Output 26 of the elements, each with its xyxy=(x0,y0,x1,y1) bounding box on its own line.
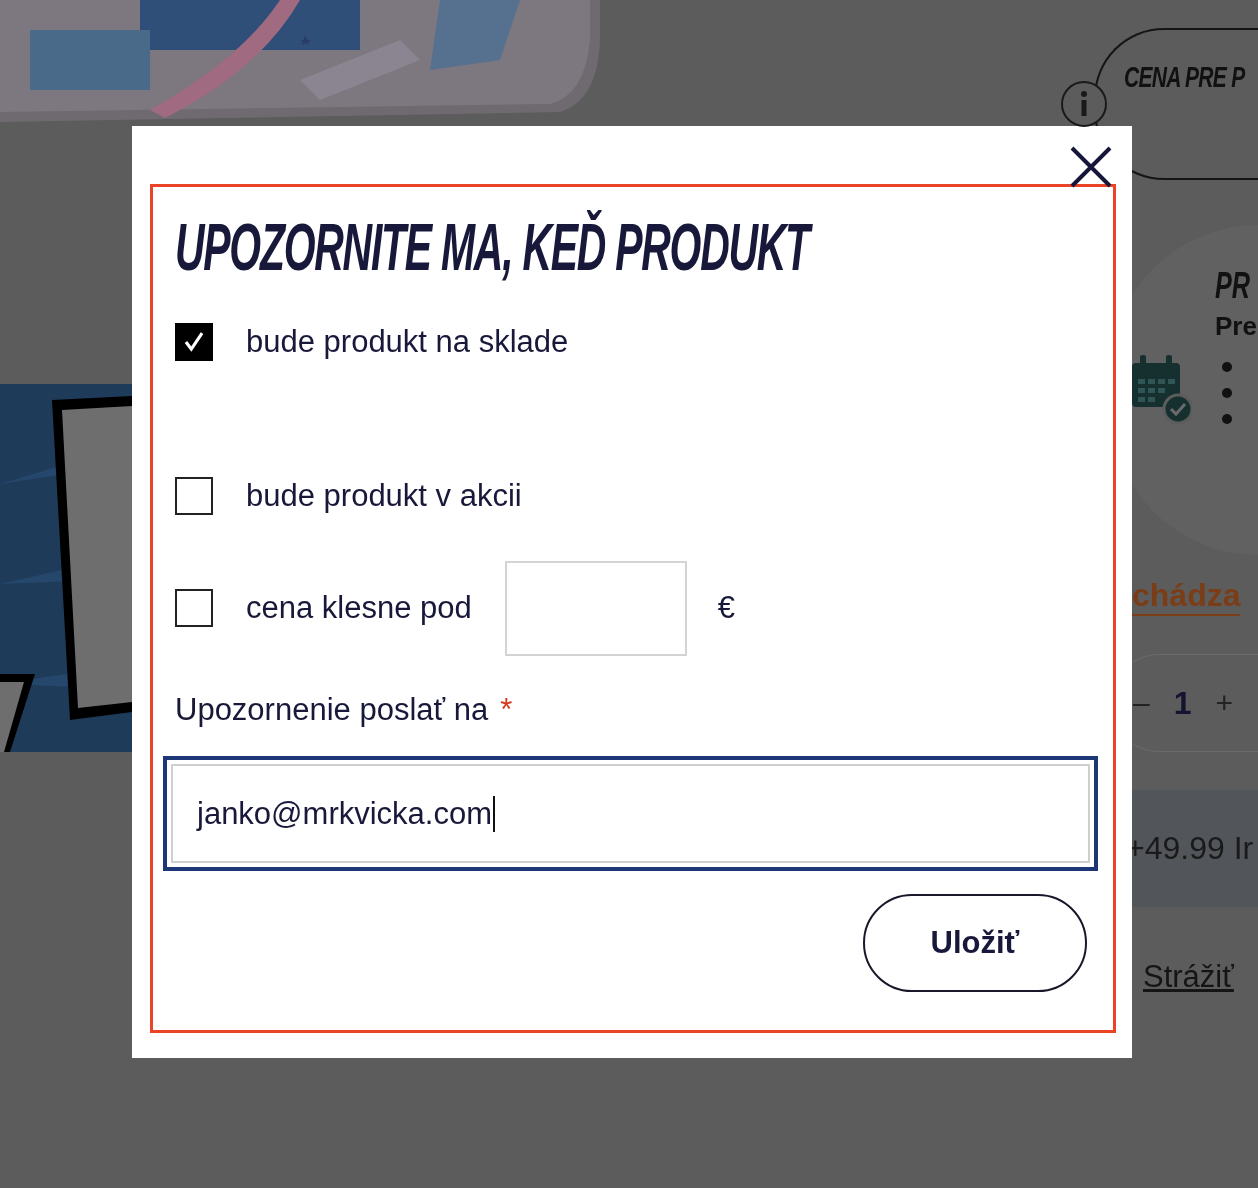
bullet-icon xyxy=(1222,388,1232,398)
option-label: bude produkt v akcii xyxy=(246,478,522,515)
calendar-icon xyxy=(1132,353,1192,425)
info-subheading: Pre xyxy=(1215,311,1258,342)
price-input[interactable] xyxy=(504,560,687,656)
checkbox[interactable] xyxy=(175,477,213,516)
required-mark: * xyxy=(500,692,513,729)
bullet-icon xyxy=(1222,362,1232,372)
price-badge-text: CENA PRE P xyxy=(1124,60,1245,94)
decrease-button[interactable]: – xyxy=(1133,686,1150,720)
info-icon[interactable] xyxy=(1060,80,1108,128)
option-label: cena klesne pod xyxy=(246,590,472,627)
currency-label: € xyxy=(717,590,736,627)
checkbox[interactable] xyxy=(175,589,213,628)
checkbox[interactable] xyxy=(175,323,213,362)
close-icon[interactable] xyxy=(1070,146,1112,188)
increase-button[interactable]: + xyxy=(1215,686,1233,720)
info-heading: PR xyxy=(1215,265,1250,307)
quantity-value: 1 xyxy=(1173,684,1192,722)
price-text: +49.99 Ir xyxy=(1126,830,1254,867)
save-button[interactable]: Uložiť xyxy=(863,894,1087,993)
email-field[interactable]: janko@mrkvicka.com xyxy=(163,756,1098,872)
email-label: Upozornenie poslať na xyxy=(175,692,489,729)
watch-link[interactable]: Strážiť xyxy=(1143,959,1234,995)
bullet-icon xyxy=(1222,414,1232,424)
option-label: bude produkt na sklade xyxy=(246,324,569,361)
